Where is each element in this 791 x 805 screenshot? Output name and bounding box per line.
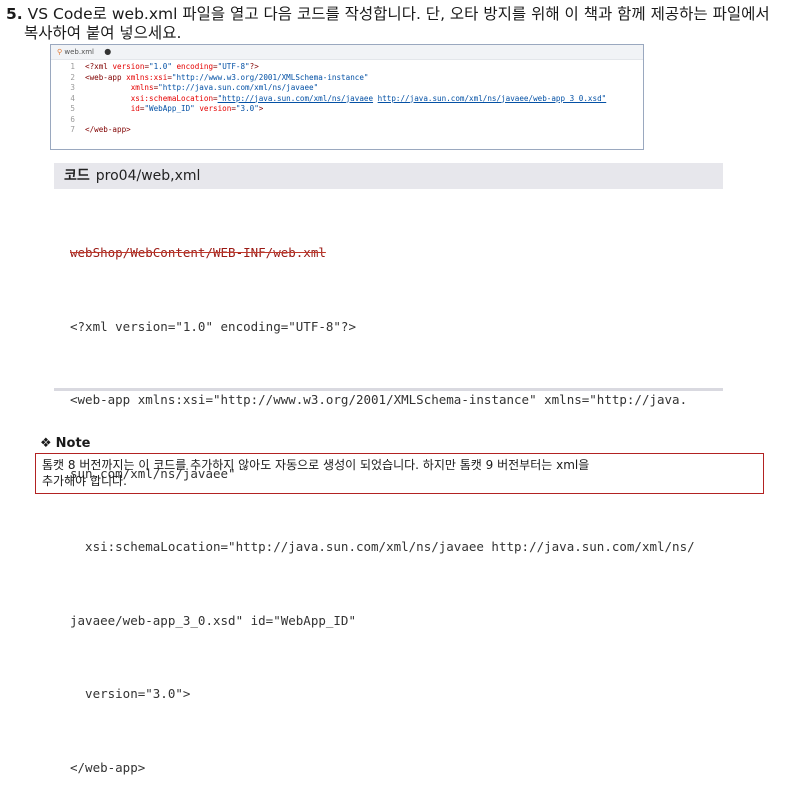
code-token: xmlns xyxy=(130,83,154,92)
code-line: </web-app> xyxy=(70,759,146,775)
code-token: <web-app xyxy=(85,72,127,82)
code-label: 코드 xyxy=(64,168,90,184)
editor-line: 1 <?xml version="1.0" encoding="UTF-8"?> xyxy=(51,62,643,73)
code-token: xmlns:xsi xyxy=(126,72,168,82)
line-text: </web-app> xyxy=(85,125,131,136)
code-token: "1.0" xyxy=(149,62,172,71)
xml-file-icon: ⚲ xyxy=(57,48,63,56)
code-path: pro04/web,xml xyxy=(95,168,201,184)
code-token: <?xml xyxy=(85,62,113,71)
struck-file-path: webShop/WebContent/WEB-INF/web.xml xyxy=(70,245,326,260)
code-listing-header: 코드 pro04/web,xml xyxy=(54,163,723,189)
editor-line: 7 </web-app> xyxy=(51,125,643,136)
line-text: <?xml version="1.0" encoding="UTF-8"?> xyxy=(85,62,259,73)
line-text: id="WebApp_ID" version="3.0"> xyxy=(85,104,264,115)
code-line: <?xml version="1.0" encoding="UTF-8"?> xyxy=(70,318,356,334)
line-number: 3 xyxy=(70,83,75,92)
code-token: "http://java.sun.com/xml/ns/javaee xyxy=(217,93,374,103)
unsaved-dot-icon: ● xyxy=(104,47,112,56)
line-number: 1 xyxy=(70,62,75,71)
line-number: 7 xyxy=(70,125,75,134)
editor-code-area: 1 <?xml version="1.0" encoding="UTF-8"?> 2… xyxy=(51,60,643,136)
code-token: encoding xyxy=(176,62,214,71)
step-number: 5. xyxy=(6,5,23,23)
code-line: xsi:schemaLocation="http://java.sun.com/… xyxy=(70,539,695,554)
line-number: 4 xyxy=(70,93,75,103)
code-token: id xyxy=(130,104,140,113)
code-token: "http://www.w3.org/2001/XMLSchema-instan… xyxy=(171,72,369,82)
line-text: xmlns="http://java.sun.com/xml/ns/javaee… xyxy=(85,83,318,94)
code-token: "3.0" xyxy=(235,104,259,113)
editor-tab-label: web.xml xyxy=(64,48,94,56)
code-token: ?> xyxy=(249,62,259,71)
code-token: "http://java.sun.com/xml/ns/javaee" xyxy=(158,83,319,92)
note-text-line1: 톰캣 8 버전까지는 이 코드를 추가하지 않아도 자동으로 생성이 되었습니다… xyxy=(42,458,590,472)
vscode-screenshot: ⚲ web.xml ● 1 <?xml version="1.0" encodin… xyxy=(50,44,644,150)
listing-divider xyxy=(54,388,723,391)
step-instruction: 5. VS Code로 web.xml 파일을 열고 다음 코드를 작성합니다.… xyxy=(6,5,786,43)
code-line: <web-app xmlns:xsi="http://www.w3.org/20… xyxy=(70,392,688,407)
code-token: </web-app> xyxy=(85,125,131,134)
editor-line: 4 xsi:schemaLocation="http://java.sun.co… xyxy=(51,94,643,105)
note-text-line2: 추가해야 합니다. xyxy=(42,474,127,488)
code-listing: webShop/WebContent/WEB-INF/web.xml <?xml… xyxy=(70,192,730,805)
code-token: http://java.sun.com/xml/ns/javaee/web-ap… xyxy=(377,93,607,103)
line-text: xsi:schemaLocation="http://java.sun.com/… xyxy=(85,93,607,105)
editor-line: 5 id="WebApp_ID" version="3.0"> xyxy=(51,104,643,115)
code-line: version="3.0"> xyxy=(70,686,191,701)
step-text-line1: VS Code로 web.xml 파일을 열고 다음 코드를 작성합니다. 단,… xyxy=(27,5,770,23)
editor-line: 3 xmlns="http://java.sun.com/xml/ns/java… xyxy=(51,83,643,94)
line-number: 6 xyxy=(70,114,75,124)
step-text-line2: 복사하여 붙여 넣으세요. xyxy=(24,24,182,42)
note-box: 톰캣 8 버전까지는 이 코드를 추가하지 않아도 자동으로 생성이 되었습니다… xyxy=(35,453,764,494)
code-line: javaee/web-app_3_0.xsd" id="WebApp_ID" xyxy=(70,612,356,628)
line-number: 5 xyxy=(70,104,75,113)
note-title: Note xyxy=(55,436,91,451)
code-token: "UTF-8" xyxy=(217,62,250,71)
diamond-icon: ❖ xyxy=(40,436,52,451)
editor-line: 2 <web-app xmlns:xsi="http://www.w3.org/2… xyxy=(51,73,643,84)
code-token: "WebApp_ID" xyxy=(144,104,195,113)
line-text: <web-app xmlns:xsi="http://www.w3.org/20… xyxy=(85,73,368,84)
note-heading: ❖ Note xyxy=(40,436,91,451)
code-token: version xyxy=(199,104,232,113)
code-token: version xyxy=(112,62,145,71)
editor-line: 6 xyxy=(51,115,643,126)
editor-tab: ⚲ web.xml ● xyxy=(51,45,643,60)
code-token: > xyxy=(258,104,264,113)
line-number: 2 xyxy=(70,72,75,82)
code-token: xsi:schemaLocation xyxy=(130,93,214,103)
